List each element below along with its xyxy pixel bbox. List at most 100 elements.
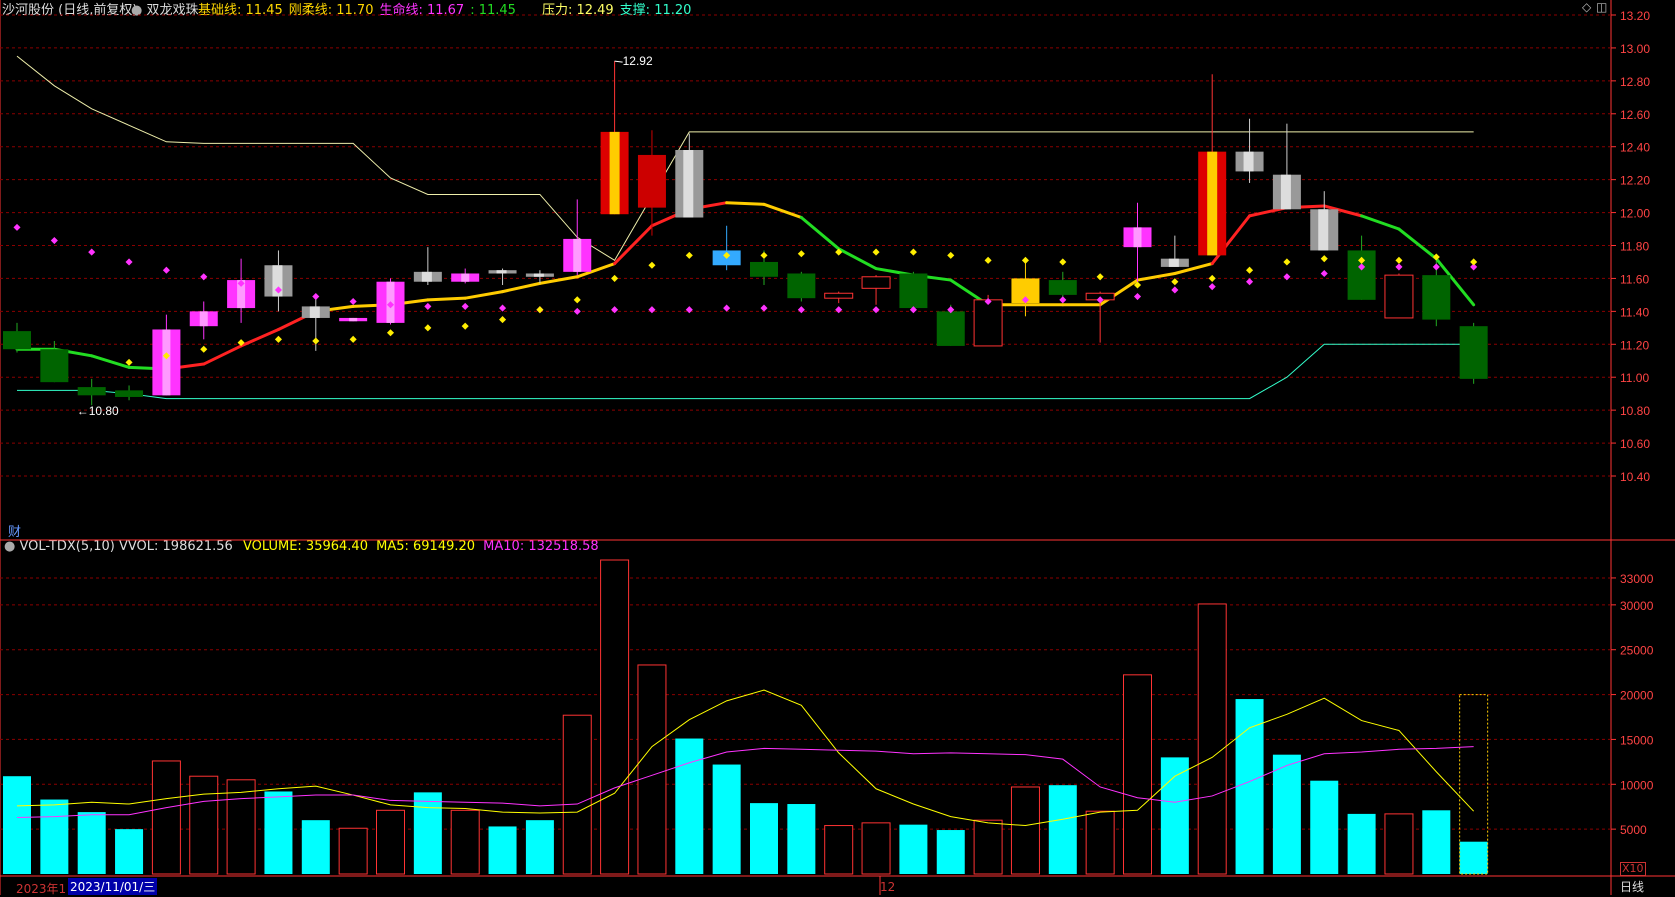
lifeline-dot	[1432, 263, 1440, 271]
lifeline-dot	[611, 306, 619, 314]
candle-body	[787, 273, 816, 299]
chart-window: 沙河股份 (日线,前复权) ● 双龙戏珠 基础线: 11.45 刚柔线: 11.7…	[0, 0, 1675, 896]
price-annotation: ←10.80	[77, 404, 119, 418]
lifeline-dot	[872, 306, 880, 314]
volume-bar	[675, 738, 704, 874]
candle-body	[750, 261, 778, 277]
candle-body-stripe	[683, 150, 694, 218]
base-dot	[499, 316, 507, 324]
price-tick-label: 11.60	[1620, 272, 1649, 286]
candle-body	[973, 299, 1003, 347]
lifeline-segment	[1136, 271, 1177, 282]
lifeline-dot	[685, 306, 693, 314]
base-dot	[274, 335, 282, 343]
volume-bar	[1384, 813, 1414, 875]
base-dot	[386, 329, 395, 337]
volume-bar	[1123, 674, 1152, 875]
base-dot	[909, 248, 917, 256]
candle-body	[824, 292, 854, 299]
base-dot	[1246, 266, 1254, 274]
volume-bar	[1010, 786, 1040, 875]
lifeline-segment	[90, 354, 131, 369]
volume-bar	[1459, 841, 1488, 874]
volume-bar	[264, 791, 293, 874]
volume-bar	[712, 764, 741, 874]
lifeline-dot	[461, 302, 469, 310]
price-tick-label: 12.60	[1620, 108, 1650, 122]
volume-bar	[787, 804, 816, 874]
volume-tick-label: 15000	[1620, 733, 1654, 747]
price-tick-label: 12.80	[1620, 75, 1650, 89]
volume-bar	[488, 826, 517, 874]
lifeline-dot	[162, 266, 170, 274]
candle-body	[77, 387, 106, 396]
price-tick-label: 13.20	[1620, 9, 1650, 23]
candle-body-stripe	[421, 271, 432, 282]
volume-bar	[189, 775, 219, 875]
base-dot	[573, 296, 581, 304]
candle-body	[637, 154, 666, 208]
candle-body	[115, 390, 144, 397]
candle-body	[936, 311, 965, 346]
price-tick-label: 10.60	[1620, 437, 1650, 451]
lifeline-segment	[463, 290, 505, 300]
volume-bar	[151, 760, 181, 875]
price-tick-label: 10.80	[1620, 404, 1650, 418]
candle-body-stripe	[461, 273, 470, 282]
volume-bar	[899, 824, 928, 874]
base-dot	[1059, 258, 1067, 266]
candle-body	[1048, 280, 1077, 295]
base-dot	[125, 358, 133, 366]
price-tick-label: 11.20	[1620, 338, 1649, 352]
volume-tick-label: 20000	[1620, 689, 1654, 703]
candle-body-stripe	[1168, 258, 1179, 267]
candle-body-stripe	[1243, 151, 1254, 172]
volume-bar	[1235, 699, 1264, 874]
lifeline-dot	[648, 306, 656, 314]
base-dot	[797, 250, 805, 258]
base-dot	[1395, 256, 1403, 264]
lifeline-segment	[799, 216, 841, 251]
multiplier-label: X10	[1620, 862, 1646, 876]
chart-canvas[interactable]: 13.20 13.00 12.80 12.60 12.40 12.20 12.00 11.80…	[0, 0, 1675, 895]
lifeline-segment	[538, 275, 579, 285]
volume-bar	[1422, 810, 1451, 874]
candle-body-stripe	[199, 311, 208, 327]
lifeline-dot	[1208, 283, 1216, 291]
volume-bar	[525, 820, 554, 874]
base-dot	[424, 324, 432, 332]
lifeline-segment	[1397, 227, 1438, 261]
candle-body-stripe	[1207, 151, 1218, 256]
lifeline-dot	[1133, 293, 1142, 301]
candle-body-stripe	[1133, 227, 1142, 248]
lifeline-segment	[725, 201, 766, 206]
volume-bar	[40, 799, 69, 874]
volume-bar	[562, 714, 592, 875]
volume-bar	[77, 812, 106, 874]
volume-tick-label: 25000	[1620, 644, 1654, 658]
volume-bar	[376, 809, 405, 875]
lifeline-dot	[88, 248, 96, 256]
base-dot	[536, 306, 544, 314]
volume-bar	[115, 829, 144, 874]
price-tick-label: 12.20	[1620, 174, 1650, 188]
base-dot	[984, 256, 992, 264]
base-dot	[312, 337, 320, 345]
volume-bar	[1310, 780, 1339, 874]
lifeline-dot	[1059, 296, 1067, 304]
volume-bar	[413, 792, 442, 874]
lifeline-dot	[797, 306, 805, 314]
volume-bar	[973, 819, 1003, 875]
candle-body-stripe	[1318, 209, 1329, 251]
period-label[interactable]: 日线	[1620, 878, 1644, 895]
lifeline-segment	[426, 296, 467, 302]
base-dot	[1096, 273, 1104, 281]
base-dot	[760, 251, 768, 259]
base-dot	[349, 335, 357, 343]
date-cursor-label: 2023/11/01/三	[68, 878, 158, 895]
lifeline-segment	[1360, 214, 1401, 231]
candle-body-stripe	[496, 270, 507, 274]
candle-body	[1384, 274, 1414, 319]
volume-bar	[338, 827, 368, 875]
lifeline-dot	[50, 237, 58, 245]
